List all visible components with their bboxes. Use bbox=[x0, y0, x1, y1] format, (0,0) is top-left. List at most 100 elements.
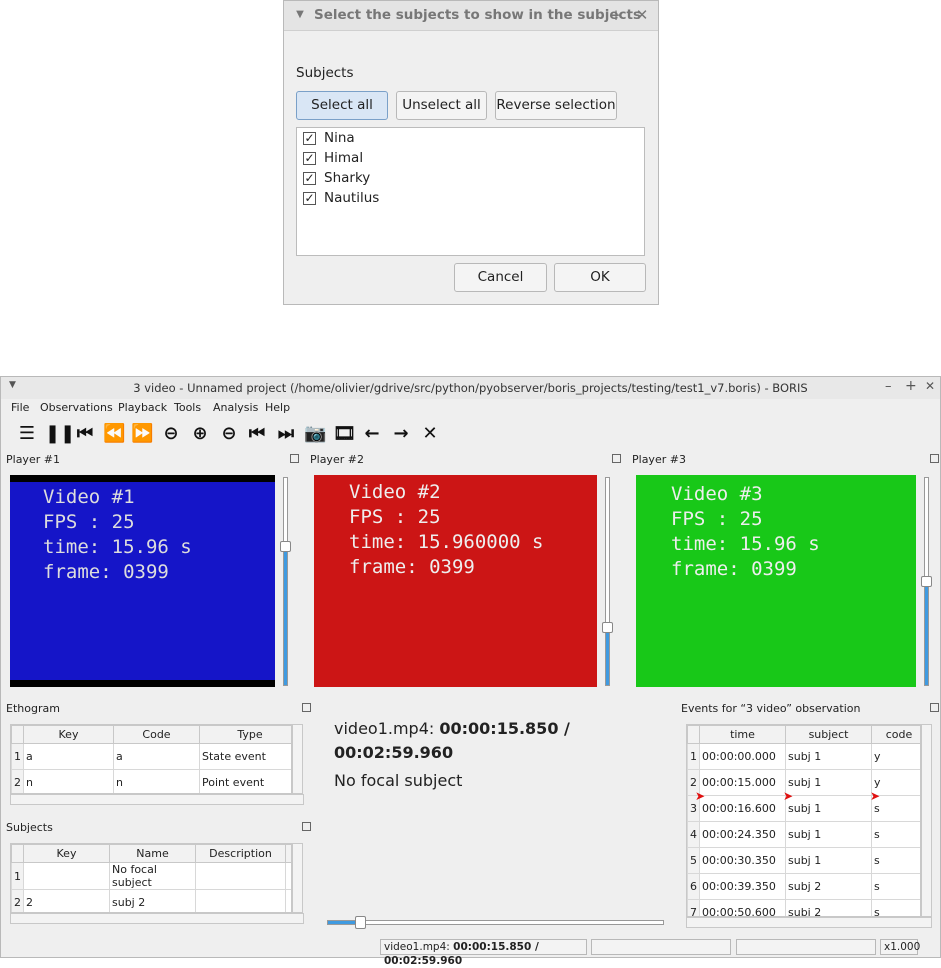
table-row[interactable]: 6 00:00:39.350 subj 2s bbox=[687, 873, 920, 900]
status-field bbox=[591, 939, 731, 955]
checkbox-checked-icon[interactable]: ✓ bbox=[303, 191, 316, 205]
player-1-video[interactable]: Video #1 FPS : 25 time: 15.96 s frame: 0399 bbox=[10, 475, 275, 687]
column-header[interactable]: Code bbox=[113, 725, 200, 744]
menu-file[interactable]: File bbox=[11, 401, 29, 414]
subjects-vscroll[interactable] bbox=[292, 843, 303, 913]
frame-by-frame-film-icon[interactable]: 🎞 bbox=[333, 423, 356, 445]
menu-observations[interactable]: Observations bbox=[40, 401, 113, 414]
menu-analysis[interactable]: Analysis bbox=[213, 401, 258, 414]
close-observation-icon[interactable]: ✕ bbox=[419, 423, 441, 445]
undock-icon[interactable] bbox=[612, 454, 621, 463]
snapshot-camera-icon[interactable]: 📷 bbox=[304, 423, 326, 445]
undock-icon[interactable] bbox=[290, 454, 299, 463]
jump-start-icon[interactable]: ⏮ bbox=[74, 423, 96, 445]
menubar: File Observations Playback Tools Analysi… bbox=[1, 399, 940, 417]
player-3-video[interactable]: Video #3 FPS : 25 time: 15.96 s frame: 0399 bbox=[636, 475, 916, 687]
undock-icon[interactable] bbox=[302, 703, 311, 712]
list-icon[interactable]: ☰ bbox=[16, 423, 38, 445]
current-position-arrow-icon: ➤ bbox=[870, 789, 881, 803]
player-2-video[interactable]: Video #2 FPS : 25 time: 15.960000 s frame: … bbox=[314, 475, 597, 687]
events-hscroll[interactable] bbox=[686, 917, 932, 928]
close-icon[interactable]: ✕ bbox=[925, 379, 935, 393]
rewind-icon[interactable]: ⏪ bbox=[103, 423, 125, 445]
status-speed: x1.000 bbox=[880, 939, 920, 955]
ethogram-table: Key Code Type 1 a a State event 2 n n Point even… bbox=[10, 724, 292, 794]
ethogram-hscroll[interactable] bbox=[10, 794, 304, 805]
table-row[interactable]: 4 00:00:24.350 subj 1s bbox=[687, 821, 920, 848]
undock-icon[interactable] bbox=[302, 822, 311, 831]
previous-frame-arrow-icon[interactable]: ← bbox=[361, 423, 383, 445]
table-row[interactable]: 5 00:00:30.350 subj 1s bbox=[687, 847, 920, 874]
faster-icon[interactable]: ⊕ bbox=[189, 423, 211, 445]
checkbox-checked-icon[interactable]: ✓ bbox=[303, 151, 316, 165]
player-3-volume-slider[interactable] bbox=[921, 477, 932, 686]
checkbox-checked-icon[interactable]: ✓ bbox=[303, 131, 316, 145]
subject-item[interactable]: ✓ Nautilus bbox=[303, 188, 379, 208]
player-1-label: Player #1 bbox=[6, 453, 60, 466]
subject-item[interactable]: ✓ Nina bbox=[303, 128, 355, 148]
table-row[interactable]: 1 a a State event bbox=[11, 743, 291, 770]
previous-media-icon[interactable]: ⏮ bbox=[246, 423, 268, 445]
media-info: video1.mp4: 00:00:15.850 / 00:02:59.960 bbox=[334, 717, 654, 765]
status-field bbox=[736, 939, 876, 955]
maximize-icon[interactable]: + bbox=[905, 378, 917, 394]
menu-help[interactable]: Help bbox=[265, 401, 290, 414]
reverse-selection-button[interactable]: Reverse selection bbox=[495, 91, 617, 120]
next-frame-arrow-icon[interactable]: → bbox=[390, 423, 412, 445]
table-row[interactable]: 2 n n Point event bbox=[11, 769, 291, 793]
column-header[interactable]: Key bbox=[23, 725, 114, 744]
menu-playback[interactable]: Playback bbox=[118, 401, 167, 414]
column-header[interactable]: Key bbox=[23, 844, 110, 863]
column-header[interactable]: subject bbox=[785, 725, 872, 744]
main-titlebar: ▼ 3 video - Unnamed project (/home/olivi… bbox=[1, 377, 940, 399]
media-position-slider[interactable] bbox=[327, 916, 664, 929]
minimize-icon[interactable]: – bbox=[885, 379, 892, 394]
select-all-button[interactable]: Select all bbox=[296, 91, 388, 120]
fast-forward-icon[interactable]: ⏩ bbox=[131, 423, 153, 445]
menu-tools[interactable]: Tools bbox=[174, 401, 201, 414]
table-row[interactable]: 1 00:00:00.000 subj 1y bbox=[687, 743, 920, 770]
subjects-hscroll[interactable] bbox=[10, 913, 304, 924]
next-media-icon[interactable]: ⏭ bbox=[275, 423, 297, 445]
column-header[interactable]: time bbox=[699, 725, 786, 744]
ethogram-vscroll[interactable] bbox=[292, 724, 303, 794]
ok-button[interactable]: OK bbox=[554, 263, 646, 292]
slider-handle[interactable] bbox=[355, 916, 366, 929]
subjects-label: Subjects bbox=[296, 65, 354, 81]
media-duration: 00:02:59.960 bbox=[334, 743, 454, 762]
column-header[interactable]: Type bbox=[199, 725, 291, 744]
checkbox-checked-icon[interactable]: ✓ bbox=[303, 171, 316, 185]
column-header[interactable]: code bbox=[871, 725, 920, 744]
column-header[interactable]: Description bbox=[195, 844, 286, 863]
undock-icon[interactable] bbox=[930, 454, 939, 463]
player-2-volume-slider[interactable] bbox=[602, 477, 613, 686]
table-row[interactable]: 3 00:00:16.600 subj 1s bbox=[687, 795, 920, 822]
player-1-volume-slider[interactable] bbox=[280, 477, 291, 686]
unselect-all-button[interactable]: Unselect all bbox=[396, 91, 487, 120]
focal-subject-label: No focal subject bbox=[334, 771, 463, 790]
subjects-table: KeyNameDescriptionC 1No focal subject 22… bbox=[10, 843, 292, 913]
table-row[interactable]: 2 2 subj 2 bbox=[11, 889, 291, 912]
undock-icon[interactable] bbox=[930, 703, 939, 712]
events-vscroll[interactable] bbox=[921, 724, 932, 917]
table-row[interactable]: 1 No focal subject bbox=[11, 862, 291, 890]
dialog-menu-icon[interactable]: ▼ bbox=[292, 6, 308, 24]
media-file-name: video1.mp4: bbox=[334, 719, 435, 738]
current-position-arrow-icon: ➤ bbox=[695, 789, 706, 803]
dialog-maximize-icon[interactable]: + bbox=[608, 6, 624, 24]
column-header[interactable]: Name bbox=[109, 844, 196, 863]
table-row[interactable]: 7 00:00:50.600 subj 2s bbox=[687, 899, 920, 916]
cancel-button[interactable]: Cancel bbox=[454, 263, 547, 292]
slower-icon[interactable]: ⊖ bbox=[160, 423, 182, 445]
pause-icon[interactable]: ❚❚ bbox=[45, 423, 75, 445]
events-label: Events for “3 video” observation bbox=[681, 702, 861, 715]
subject-item[interactable]: ✓ Sharky bbox=[303, 168, 370, 188]
dialog-titlebar: ▼ Select the subjects to show in the sub… bbox=[284, 1, 658, 31]
subjects-checklist: ✓ Nina ✓ Himal ✓ Sharky ✓ Nautilus bbox=[296, 127, 645, 256]
dialog-close-icon[interactable]: ✕ bbox=[634, 6, 650, 24]
ethogram-label: Ethogram bbox=[6, 702, 60, 715]
media-current-time: 00:00:15.850 / bbox=[439, 719, 570, 738]
reset-speed-icon[interactable]: ⊖ bbox=[218, 423, 240, 445]
subject-item[interactable]: ✓ Himal bbox=[303, 148, 363, 168]
table-row[interactable]: 2 00:00:15.000 subj 1y bbox=[687, 769, 920, 796]
